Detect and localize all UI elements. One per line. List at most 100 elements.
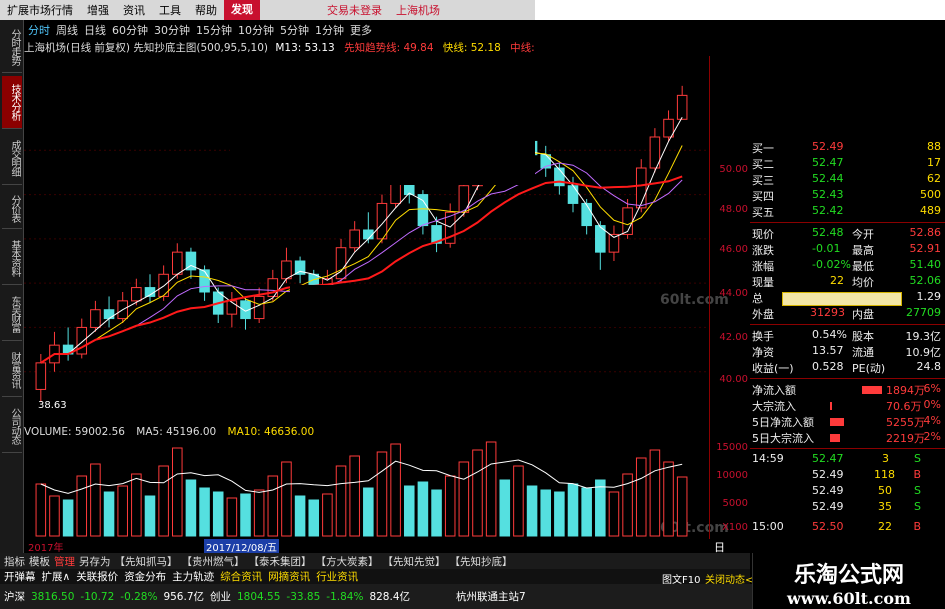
tab-indicator[interactable]: 指标: [4, 554, 25, 569]
period-weekly[interactable]: 周线: [56, 22, 78, 38]
period-intraday[interactable]: 分时: [28, 22, 50, 38]
tab-template-5[interactable]: 【先知先觉】: [383, 554, 446, 569]
indicator-mid: 中线: 52.4: [510, 42, 535, 54]
candle[interactable]: [158, 273, 169, 297]
login-status[interactable]: 交易未登录: [320, 2, 389, 18]
tab-general-news[interactable]: 综合资讯: [220, 569, 262, 584]
volume-bar: [49, 495, 60, 537]
period-10min[interactable]: 10分钟: [238, 22, 274, 38]
volume-bar: [349, 455, 360, 537]
flow-row: 5日大宗流入 2219万 2%: [752, 430, 941, 445]
period-more[interactable]: 更多: [350, 22, 372, 38]
menu-item-extended-market[interactable]: 扩展市场行情: [0, 2, 80, 18]
candle[interactable]: [635, 167, 647, 209]
stat-row: 外盘 31293 内盘 27709: [752, 306, 941, 321]
expand-toggle[interactable]: 扩展∧: [42, 569, 71, 584]
template-tabs: 指标 模板 管理 另存为 【先知抓马】 【贵州燃气】 【泰禾集团】 【方大炭素】…: [0, 553, 750, 569]
bid-row[interactable]: 买四 52.43 500: [750, 188, 945, 204]
y-tick: 42.00: [719, 332, 748, 343]
tick-row: 52.49 35 S: [812, 500, 921, 513]
tab-fund-distribution[interactable]: 资金分布: [124, 569, 166, 584]
tab-template-3[interactable]: 【泰禾集团】: [249, 554, 312, 569]
volume-bar: [526, 485, 538, 537]
menu-item-news[interactable]: 资讯: [116, 2, 152, 18]
candle[interactable]: [349, 229, 360, 249]
date-cursor: 2017/12/08/五: [204, 539, 280, 554]
tab-template-6[interactable]: 【先知抄底】: [450, 554, 513, 569]
volume-bar: [608, 491, 620, 537]
volume-bar: [676, 476, 688, 537]
server-site[interactable]: 杭州联通主站7: [456, 589, 526, 604]
tab-save-as[interactable]: 另存为: [79, 554, 111, 569]
volume-bar: [444, 475, 456, 537]
candle[interactable]: [676, 94, 688, 120]
tab-industry-news[interactable]: 行业资讯: [316, 569, 358, 584]
flow-row: 大宗流入 70.6万 0%: [752, 398, 941, 413]
y-tick: 44.00: [719, 288, 748, 299]
candle[interactable]: [199, 269, 210, 293]
tab-template-2[interactable]: 【贵州燃气】: [182, 554, 245, 569]
tab-related-quotes[interactable]: 关联报价: [76, 569, 118, 584]
tab-main-track[interactable]: 主力轨迹: [172, 569, 214, 584]
side-tab-price-table[interactable]: 分价表: [2, 188, 22, 229]
menu-item-enhance[interactable]: 增强: [80, 2, 116, 18]
period-30min[interactable]: 30分钟: [154, 22, 190, 38]
tab-template-4[interactable]: 【方大炭素】: [316, 554, 379, 569]
stat-row: 涨跌 -0.01 最高 52.91: [752, 242, 941, 257]
f10-button[interactable]: 图文F10: [662, 571, 700, 586]
side-tab-intraday[interactable]: 分时走势: [2, 22, 22, 73]
candle[interactable]: [35, 362, 47, 390]
side-tab-wealth[interactable]: 东吴财富: [2, 288, 22, 341]
volume-bar: [431, 489, 442, 537]
side-tab-wealth-news[interactable]: 财富资讯: [2, 344, 22, 397]
volume-bar: [403, 485, 415, 537]
volume-bar: [540, 489, 551, 537]
y-tick: 48.00: [719, 204, 748, 215]
volume-chart[interactable]: [24, 426, 709, 539]
bid-row[interactable]: 买三 52.44 62: [750, 172, 945, 188]
candle[interactable]: [663, 118, 674, 138]
period-daily[interactable]: 日线: [84, 22, 106, 38]
candle[interactable]: [581, 202, 592, 227]
candle[interactable]: [363, 229, 374, 240]
tab-manage[interactable]: 管理: [54, 554, 75, 569]
tab-template-1[interactable]: 【先知抓马】: [115, 554, 178, 569]
tab-template[interactable]: 模板: [29, 554, 50, 569]
candle[interactable]: [131, 287, 142, 302]
period-60min[interactable]: 60分钟: [112, 22, 148, 38]
candle[interactable]: [103, 309, 115, 320]
danmaku-toggle[interactable]: 开弹幕: [4, 569, 36, 584]
bid-row[interactable]: 买二 52.47 17: [750, 156, 945, 172]
candle[interactable]: [253, 295, 265, 320]
price-axis: 50.00 48.00 46.00 44.00 42.00 40.00 1500…: [709, 56, 750, 539]
close-dynamic-button[interactable]: 关闭动态<: [705, 571, 753, 586]
side-tab-company[interactable]: 公司动态: [2, 400, 22, 453]
menu-item-help[interactable]: 帮助: [188, 2, 224, 18]
volume-bar: [226, 497, 238, 537]
period-1min[interactable]: 1分钟: [315, 22, 344, 38]
stat-row: 现价 52.48 今开 52.86: [752, 226, 941, 241]
stat-row: 净资 13.57 流通 10.9亿: [752, 344, 941, 359]
period-15min[interactable]: 15分钟: [196, 22, 232, 38]
tab-web-news[interactable]: 网摘资讯: [268, 569, 310, 584]
candle[interactable]: [172, 251, 183, 275]
period-5min[interactable]: 5分钟: [280, 22, 309, 38]
bid-row[interactable]: 买五 52.42 489: [750, 204, 945, 220]
side-tab-details[interactable]: 成交明细: [2, 132, 22, 185]
candle[interactable]: [567, 185, 579, 204]
side-tab-technical[interactable]: 技术分析: [2, 76, 22, 129]
candle[interactable]: [281, 260, 292, 280]
menu-item-discover[interactable]: 发现: [224, 0, 260, 20]
candle[interactable]: [376, 202, 388, 240]
candle[interactable]: [554, 167, 565, 187]
bid-row[interactable]: 买一 52.49 88: [750, 140, 945, 156]
index-sh-pct: -0.28%: [120, 590, 158, 603]
volume-bar: [35, 483, 47, 537]
volume-bar: [554, 491, 565, 537]
volume-bar: [90, 463, 101, 537]
side-tab-basic-info[interactable]: 基本资料: [2, 232, 22, 285]
candle[interactable]: [90, 309, 101, 328]
menu-item-tools[interactable]: 工具: [152, 2, 188, 18]
volume-bar: [144, 495, 156, 537]
index-cy-change: -33.85: [286, 590, 321, 603]
